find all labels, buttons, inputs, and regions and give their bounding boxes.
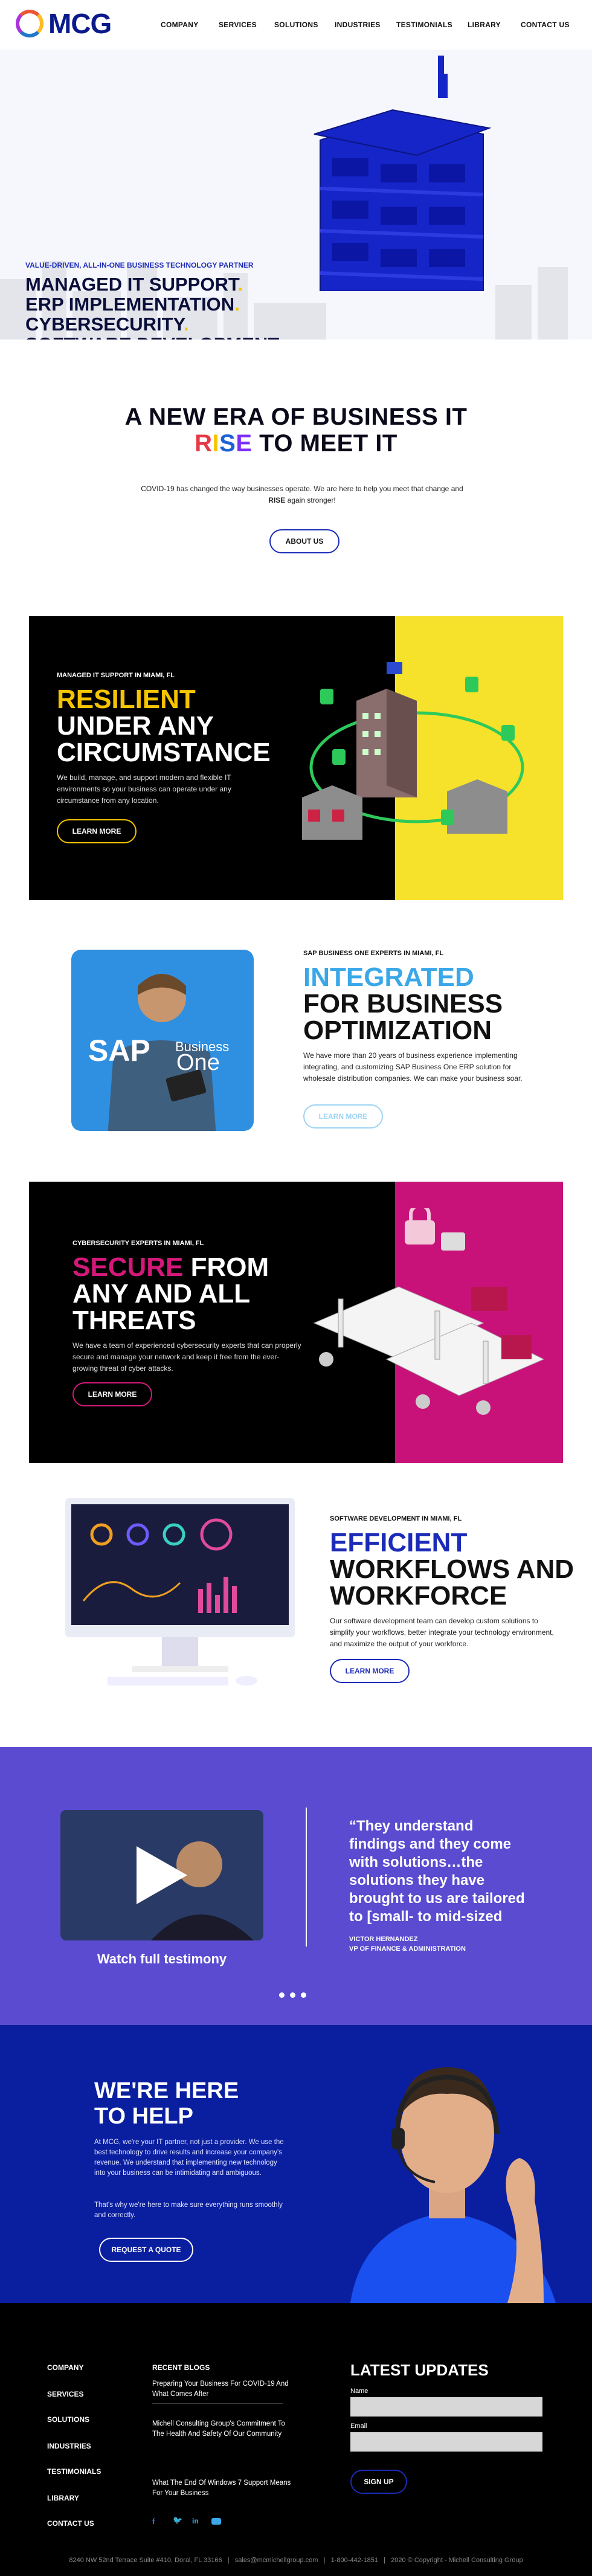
nav-services[interactable]: SERVICES [219,21,257,29]
dashboard-monitor-illustration [65,1498,295,1686]
help-title-line2: TO HELP [94,2104,193,2129]
carousel-dot-2[interactable] [290,1992,295,1998]
managed-it-learn-more-button[interactable]: LEARN MORE [57,819,137,843]
hero-section: VALUE-DRIVEN, ALL-IN-ONE BUSINESS TECHNO… [0,50,592,340]
era-title-line2: RISE TO MEET IT [195,430,397,457]
nav-industries[interactable]: INDUSTRIES [335,21,381,29]
hero-kicker: VALUE-DRIVEN, ALL-IN-ONE BUSINESS TECHNO… [25,261,254,269]
watch-testimony-link[interactable]: Watch full testimony [60,1951,263,1967]
sap-kicker: SAP BUSINESS ONE EXPERTS IN MIAMI, FL [303,950,444,957]
nav-library[interactable]: LIBRARY [468,21,501,29]
secure-office-illustration [313,1208,545,1415]
testimonial-section: Watch full testimony “They understand fi… [0,1747,592,2025]
security-heading-line0: SECURE FROM [72,1252,269,1282]
managed-it-accent-word: RESILIENT [57,684,196,714]
software-kicker: SOFTWARE DEVELOPMENT IN MIAMI, FL [330,1515,462,1522]
software-accent-word: EFFICIENT [330,1528,468,1557]
rise-letter-3: E [236,430,253,457]
footer-link-library[interactable]: LIBRARY [47,2494,79,2502]
footer-link-services[interactable]: SERVICES [47,2390,83,2398]
site-header: MCG COMPANY SERVICES SOLUTIONS INDUSTRIE… [0,0,592,50]
security-heading-line1: ANY AND ALL [72,1279,251,1309]
security-heading-line2: THREATS [72,1306,196,1335]
blog-link-windows7[interactable]: What The End Of Windows 7 Support Means … [152,2478,291,2499]
footer-bottom-bar: 8240 NW 52nd Terrace Suite #410, Doral, … [69,2557,523,2564]
footer-link-company[interactable]: COMPANY [47,2363,83,2372]
nav-testimonials[interactable]: TESTIMONIALS [396,21,452,29]
sap-learn-more-button[interactable]: LEARN MORE [303,1104,383,1129]
request-quote-button[interactable]: REQUEST A QUOTE [99,2238,193,2262]
rise-word: RISE [195,430,252,457]
facebook-icon[interactable]: f [152,2517,155,2526]
site-footer: COMPANY SERVICES SOLUTIONS INDUSTRIES TE… [0,2303,592,2576]
network-city-illustration [302,662,524,840]
email-input[interactable] [350,2432,542,2452]
hero-line-software: SOFTWARE DEVELOPMENT. [25,334,282,340]
testimonial-quote: “They understand findings and they come … [349,1818,525,1925]
help-paragraph-1: At MCG, we're your IT partner, not just … [94,2139,284,2177]
help-paragraph-2: That's why we're here to make sure every… [94,2201,283,2219]
sap-accent-word: INTEGRATED [303,962,474,992]
sap-logo-text: SAP [88,1034,150,1067]
era-title-line1: A NEW ERA OF BUSINESS IT [124,404,468,430]
youtube-icon[interactable] [211,2518,221,2525]
rise-letter-1: I [212,430,220,457]
sap-heading-line2: OPTIMIZATION [303,1016,492,1045]
blog-link-commitment[interactable]: Michell Consulting Group's Commitment To… [152,2419,291,2439]
hero-line-cybersecurity: CYBERSECURITY. [25,314,189,335]
rise-letter-0: R [195,430,213,457]
managed-it-heading-line2: CIRCUMSTANCE [57,738,271,767]
rise-letter-2: S [219,430,236,457]
name-input[interactable] [350,2397,542,2417]
testimonial-author: VICTOR HERNANDEZ [349,1936,418,1943]
carousel-dot-3[interactable] [301,1992,306,1998]
email-label: Email [350,2423,367,2430]
play-icon[interactable] [137,1846,187,1904]
managed-it-heading-line1: UNDER ANY [57,711,214,741]
security-kicker: CYBERSECURITY EXPERTS IN MIAMI, FL [72,1240,204,1247]
nav-solutions[interactable]: SOLUTIONS [274,21,318,29]
footer-link-industries[interactable]: INDUSTRIES [47,2442,91,2450]
hero-line-managed-it: MANAGED IT SUPPORT. [25,274,243,295]
latest-updates-heading: LATEST UPDATES [350,2361,489,2379]
carousel-dot-1[interactable] [279,1992,285,1998]
recent-blogs-heading: RECENT BLOGS [152,2363,210,2372]
sign-up-button[interactable]: SIGN UP [350,2470,407,2494]
security-paragraph: We have a team of experienced cybersecur… [72,1341,301,1373]
testimonial-video[interactable] [60,1810,263,1940]
logo-text[interactable]: MCG [48,8,112,39]
testimonial-divider [306,1808,307,1946]
era-paragraph: COVID-19 has changed the way businesses … [141,485,463,504]
about-us-button[interactable]: ABOUT US [269,529,339,553]
name-label: Name [350,2388,368,2395]
software-learn-more-button[interactable]: LEARN MORE [330,1659,410,1683]
nav-contact-us[interactable]: CONTACT US [521,21,570,29]
footer-link-testimonials[interactable]: TESTIMONIALS [47,2467,101,2476]
sap-product-one: One [176,1050,220,1075]
footer-link-contact-us[interactable]: CONTACT US [47,2519,94,2528]
hero-line-erp: ERP IMPLEMENTATION. [25,294,240,315]
nav-company[interactable]: COMPANY [161,21,199,29]
help-section: WE'RE HERE TO HELP At MCG, we're your IT… [0,2025,592,2303]
footer-link-solutions[interactable]: SOLUTIONS [47,2415,89,2424]
help-title-line1: WE'RE HERE [94,2078,239,2104]
linkedin-icon[interactable]: in [192,2517,199,2525]
blog-link-covid[interactable]: Preparing Your Business For COVID-19 And… [152,2379,291,2400]
software-heading-line2: WORKFORCE [330,1581,507,1611]
support-agent-photo [350,2067,556,2303]
software-heading-line1: WORKFLOWS AND [330,1554,574,1584]
software-paragraph: Our software development team can develo… [330,1617,554,1648]
security-learn-more-button[interactable]: LEARN MORE [72,1382,152,1406]
twitter-icon[interactable]: 🐦 [173,2516,182,2525]
managed-it-paragraph: We build, manage, and support modern and… [57,773,231,805]
building-tower-illustration [314,56,492,291]
sap-heading-line1: FOR BUSINESS [303,989,503,1019]
testimonial-role: VP OF FINANCE & ADMINISTRATION [349,1945,466,1953]
managed-it-kicker: MANAGED IT SUPPORT IN MIAMI, FL [57,672,175,679]
logo-icon[interactable] [16,10,43,37]
sap-paragraph: We have more than 20 years of business e… [303,1051,523,1083]
sap-business-one-image: SAP Business One [71,950,254,1131]
blog-divider [152,2403,283,2404]
